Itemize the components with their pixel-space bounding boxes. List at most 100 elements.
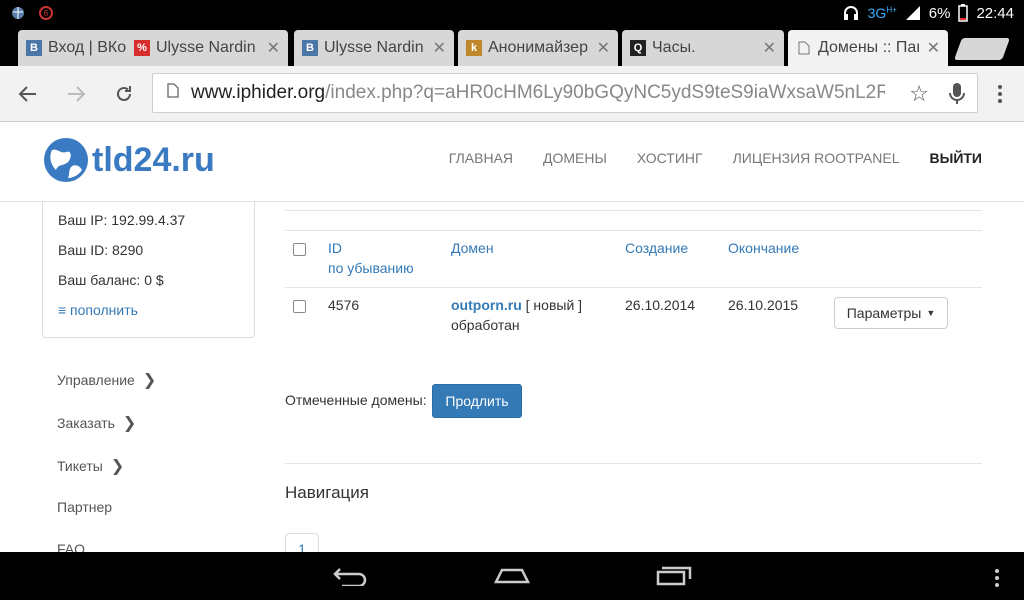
column-header-id[interactable]: ID по убыванию [328,238,414,278]
nav-domains[interactable]: ДОМЕНЫ [543,150,607,166]
address-bar[interactable]: www.iphider.org /index.php?q=aHR0cHM6Ly9… [152,73,978,113]
select-all-checkbox[interactable] [293,243,306,256]
renew-button[interactable]: Продлить [432,384,522,418]
table-top-border [285,230,982,231]
nav-home[interactable]: ГЛАВНАЯ [449,150,513,166]
tab[interactable]: B Вход | ВКонтакте [18,30,136,66]
close-tab-icon[interactable]: ✕ [927,38,940,58]
url-host: www.iphider.org [191,82,326,103]
parameters-label: Параметры [846,305,922,321]
tab[interactable]: % Ulysse Nardin ✕ [126,30,288,66]
main-nav: ГЛАВНАЯ ДОМЕНЫ ХОСТИНГ ЛИЦЕНЗИЯ ROOTPANE… [449,150,982,166]
tab-title: Ulysse Nardin [156,39,256,56]
close-tab-icon[interactable]: ✕ [433,38,446,58]
vpn-globe-icon [12,7,24,19]
site-header: tld24.ru ГЛАВНАЯ ДОМЕНЫ ХОСТИНГ ЛИЦЕНЗИЯ… [0,122,1024,202]
bulk-label: Отмеченные домены: [285,392,427,408]
globe-icon [44,138,88,182]
url-path: /index.php?q=aHR0cHM6Ly90bGQyNC5ydS9teS9… [325,82,886,103]
divider [285,463,982,464]
signal-icon [905,6,920,20]
clock: 22:44 [976,4,1014,22]
microphone-icon[interactable] [947,82,967,106]
reload-button[interactable] [108,78,140,110]
browser-toolbar: www.iphider.org /index.php?q=aHR0cHM6Ly9… [0,66,1024,122]
parameters-dropdown-button[interactable]: Параметры ▼ [834,297,948,329]
reload-icon [117,86,131,101]
bookmark-star-icon[interactable]: ☆ [909,81,929,107]
domain-id: 4576 [328,297,360,313]
column-header-domain[interactable]: Домен [451,238,494,258]
network-type: 3GH+ [867,5,897,21]
logo-text: tld24.ru [92,140,215,179]
domain-link[interactable]: outporn.ru [451,297,522,313]
created-date: 26.10.2014 [625,297,696,313]
browser-menu-button[interactable] [984,78,1016,110]
tab[interactable]: Q Часы. ✕ [622,30,784,66]
row-checkbox[interactable] [293,300,306,313]
vertical-dots-icon [998,85,1002,103]
sidebar-item-label: Партнер [57,499,113,515]
domain-status: [ новый ] [525,297,583,313]
recents-nav-icon[interactable] [656,566,692,586]
caret-down-icon: ▼ [926,308,936,318]
home-nav-icon[interactable] [494,568,530,584]
battery-percent: 6% [928,4,951,22]
domain-cell: outporn.ru [ новый ] обработан [451,295,582,335]
nav-hosting[interactable]: ХОСТИНГ [637,150,703,166]
back-nav-icon[interactable] [332,566,368,586]
table-header-border [285,287,982,288]
nav-logout[interactable]: ВЫЙТИ [930,150,983,166]
battery-icon [958,4,969,22]
sidebar-item-label: Заказать [57,415,115,431]
divider [285,210,982,211]
forward-button[interactable] [60,78,92,110]
column-header-expires[interactable]: Окончание [728,238,799,258]
column-header-created[interactable]: Создание [625,238,688,258]
tab[interactable]: k Анонимайзер ✕ [458,30,618,66]
tab-title: Ulysse Nardin [324,39,424,56]
site-logo[interactable]: tld24.ru [42,136,215,184]
status-bar: 6 3GH+ 6% 22:44 [0,0,1024,26]
tab-strip: B Вход | ВКонтакте % Ulysse Nardin ✕ B U… [0,26,1024,66]
user-ip: Ваш IP: 192.99.4.37 [58,212,186,228]
user-balance: Ваш баланс: 0 $ [58,272,164,288]
vk-icon: B [302,40,318,56]
q-icon: Q [630,40,646,56]
svg-text:6: 6 [44,9,49,18]
new-tab-button[interactable] [953,38,1011,60]
system-nav-bar [0,552,1024,600]
nav-license[interactable]: ЛИЦЕНЗИЯ ROOTPANEL [733,150,900,166]
page-info-icon[interactable] [167,83,179,103]
close-tab-icon[interactable]: ✕ [267,38,280,58]
back-arrow-icon [18,86,36,102]
percent-icon: % [134,40,150,56]
chevron-right-icon: ❯ [122,415,137,432]
forward-arrow-icon [68,86,86,102]
sidebar-item-manage[interactable]: Управление ❯ [57,370,156,390]
tab-active[interactable]: Домены :: Панель ✕ [788,30,948,66]
topup-link[interactable]: ≡ пополнить [58,302,239,332]
document-icon [796,40,812,56]
tab-title: Анонимайзер [488,39,588,56]
domain-state: обработан [451,317,520,333]
close-tab-icon[interactable]: ✕ [763,38,776,58]
tab-title: Вход | ВКонтакте [48,39,128,56]
tab-title: Домены :: Панель [818,39,919,56]
tab[interactable]: B Ulysse Nardin ✕ [294,30,454,66]
sidebar-item-label: Тикеты [57,458,103,474]
user-id: Ваш ID: 8290 [58,242,144,258]
expires-date: 26.10.2015 [728,297,799,313]
sidebar-item-partner[interactable]: Партнер [57,499,112,515]
close-tab-icon[interactable]: ✕ [597,38,610,58]
tab-title: Часы. [652,39,696,56]
chevron-right-icon: ❯ [142,372,157,389]
menu-dots-icon[interactable] [994,568,1000,588]
notification-badge-icon: 6 [39,6,53,20]
account-panel: Ваш IP: 192.99.4.37 Ваш ID: 8290 Ваш бал… [42,202,255,338]
sidebar-item-tickets[interactable]: Тикеты ❯ [57,456,124,476]
navigation-title: Навигация [285,483,369,502]
back-button[interactable] [12,78,44,110]
sidebar-item-order[interactable]: Заказать ❯ [57,413,136,433]
chevron-right-icon: ❯ [110,458,125,475]
